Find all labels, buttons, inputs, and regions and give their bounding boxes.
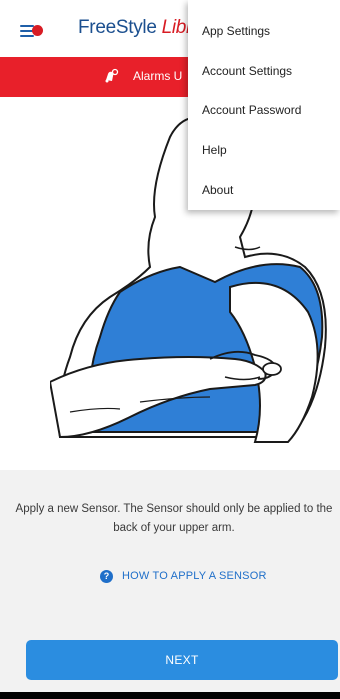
brand-prefix: FreeStyle (78, 17, 157, 38)
next-button[interactable]: NEXT (26, 640, 338, 680)
question-circle-icon: ? (100, 569, 113, 583)
how-to-apply-link[interactable]: ? HOW TO APPLY A SENSOR (100, 569, 267, 583)
system-nav-bar (0, 692, 340, 699)
app-screen: FreeStyle Libr Alarms U Apply a new Sens… (0, 0, 340, 699)
menu-item-account-password[interactable]: Account Password (202, 103, 301, 117)
hamburger-menu-icon[interactable] (20, 22, 48, 40)
overflow-menu: App Settings Account Settings Account Pa… (188, 0, 340, 210)
menu-item-account-settings[interactable]: Account Settings (202, 64, 292, 78)
instructions-panel: Apply a new Sensor. The Sensor should on… (0, 470, 340, 699)
app-brand-title: FreeStyle Libr (78, 17, 192, 39)
menu-item-help[interactable]: Help (202, 143, 227, 157)
notification-badge (32, 25, 43, 36)
how-to-apply-label: HOW TO APPLY A SENSOR (122, 570, 267, 582)
menu-item-app-settings[interactable]: App Settings (202, 24, 270, 38)
apply-sensor-instruction: Apply a new Sensor. The Sensor should on… (15, 503, 333, 534)
bell-alert-icon (105, 68, 119, 83)
menu-item-about[interactable]: About (202, 183, 233, 197)
alarm-banner-text: Alarms U (133, 69, 183, 83)
